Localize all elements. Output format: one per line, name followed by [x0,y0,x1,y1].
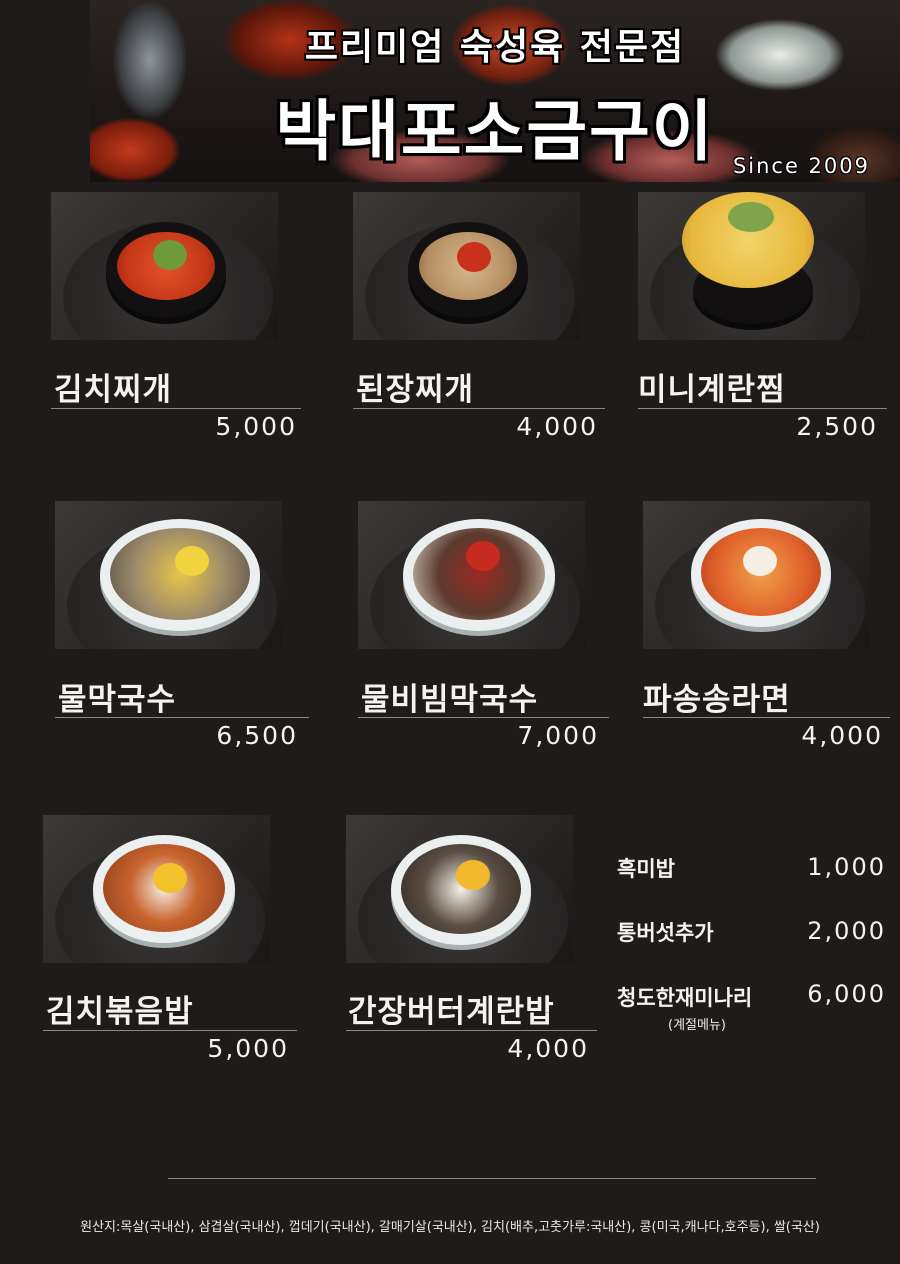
extra-name: 통버섯추가 [617,921,714,945]
extra-price: 2,000 [807,917,886,945]
menu-photo-kimchi-jjigae [51,192,278,340]
header-banner: 프리미엄 숙성육 전문점 박대포소금구이 Since 2009 [90,0,900,182]
origin-notice: 원산지:목살(국내산), 삼겹살(국내산), 껍데기(국내산), 갈매기살(국내… [80,1220,820,1235]
menu-price: 4,000 [507,1034,589,1063]
menu-name: 김치볶음밥 [46,994,194,1030]
menu-name: 미니계란찜 [638,372,786,408]
extra-name: 흑미밥 [617,857,675,881]
menu-price: 2,500 [796,412,878,441]
menu-photo-mini-gyeranjjim [638,192,865,340]
menu-price: 5,000 [207,1034,289,1063]
menu-photo-pasongsong-ramyeon [643,501,870,649]
extra-name: 청도한재미나리 [617,986,753,1010]
seasonal-note: (계절메뉴) [668,1018,726,1033]
divider [643,717,890,718]
menu-photo-mul-makguksu [55,501,282,649]
menu-price: 7,000 [517,721,599,750]
menu-photo-mul-bibim-makguksu [358,501,585,649]
divider [51,408,301,409]
menu-name: 김치찌개 [54,372,173,408]
extra-price: 6,000 [807,980,886,1008]
menu-photo-ganjang-butter-gyeranbap [346,815,573,963]
menu-price: 5,000 [215,412,297,441]
since-label: Since 2009 [732,154,870,178]
menu-photo-doenjang-jjigae [353,192,580,340]
menu-price: 4,000 [516,412,598,441]
menu-name: 된장찌개 [356,372,475,408]
divider [638,408,887,409]
menu-photo-kimchi-bokkeumbap [43,815,270,963]
menu-name: 물비빔막국수 [361,682,539,718]
footer-divider [168,1178,816,1179]
menu-name: 간장버터계란밥 [348,994,555,1030]
menu-price: 6,500 [216,721,298,750]
divider [353,408,605,409]
menu-name: 파송송라면 [643,682,791,718]
banner-subtitle: 프리미엄 숙성육 전문점 [304,27,686,68]
menu-price: 4,000 [801,721,883,750]
divider [358,717,609,718]
menu-name: 물막국수 [58,682,177,718]
extra-price: 1,000 [807,853,886,881]
divider [346,1030,597,1031]
divider [43,1030,297,1031]
divider [55,717,309,718]
